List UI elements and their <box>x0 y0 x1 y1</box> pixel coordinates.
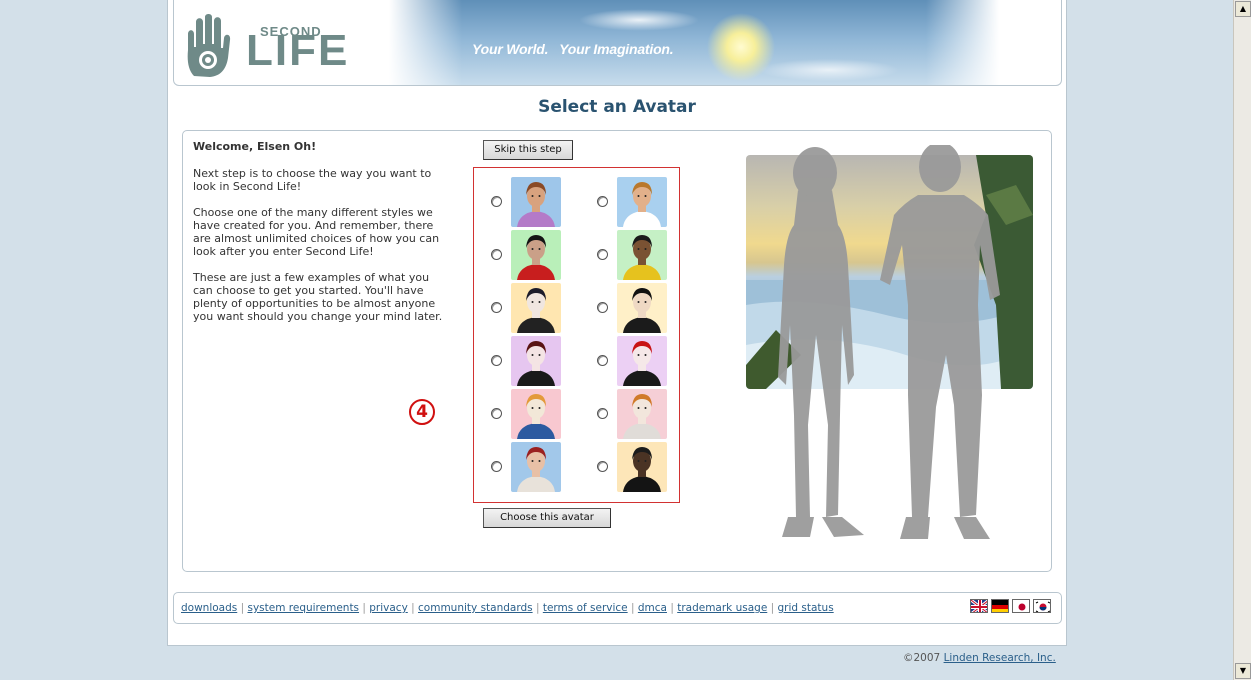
footer-link-terms-of-service[interactable]: terms of service <box>543 602 628 614</box>
avatar-option[interactable] <box>580 229 680 281</box>
second-life-hand-icon <box>187 14 231 77</box>
linden-research-link[interactable]: Linden Research, Inc. <box>944 652 1056 664</box>
footer-link-privacy[interactable]: privacy <box>369 602 408 614</box>
uk-flag-icon[interactable] <box>970 599 988 613</box>
language-flags <box>970 599 1051 613</box>
avatar-option[interactable] <box>474 388 574 440</box>
copyright-notice: ©2007 Linden Research, Inc. <box>903 652 1056 664</box>
welcome-heading: Welcome, Elsen Oh! <box>193 140 317 153</box>
logo-life-text: LIFE <box>246 26 350 75</box>
avatar-radio-button[interactable] <box>597 249 608 260</box>
avatar-thumbnail[interactable] <box>511 389 561 439</box>
link-separator: | <box>359 602 370 614</box>
avatar-radio-button[interactable] <box>491 408 502 419</box>
link-separator: | <box>767 602 778 614</box>
avatar-option[interactable] <box>474 176 574 228</box>
avatar-radio-button[interactable] <box>491 249 502 260</box>
avatar-radio-button[interactable] <box>597 408 608 419</box>
scroll-down-arrow-icon[interactable]: ▼ <box>1235 663 1251 679</box>
header-banner: Your World. Your Imagination. SECOND LIF… <box>173 0 1062 86</box>
avatar-option[interactable] <box>580 441 680 493</box>
avatar-radio-button[interactable] <box>491 302 502 313</box>
intro-paragraph-2: Choose one of the many different styles … <box>193 206 440 258</box>
footer-link-grid-status[interactable]: grid status <box>778 602 834 614</box>
link-separator: | <box>666 602 678 614</box>
avatar-thumbnail[interactable] <box>511 230 561 280</box>
avatar-thumbnail[interactable] <box>617 230 667 280</box>
avatar-option[interactable] <box>580 282 680 334</box>
link-separator: | <box>237 602 248 614</box>
footer-links: downloads | system requirements | privac… <box>181 602 834 614</box>
copyright-prefix: ©2007 <box>903 652 944 664</box>
avatar-thumbnail[interactable] <box>617 442 667 492</box>
avatar-selection-panel: Welcome, Elsen Oh! Next step is to choos… <box>182 130 1052 572</box>
step-number-marker: 4 <box>409 399 435 425</box>
avatar-option[interactable] <box>580 176 680 228</box>
avatar-radio-button[interactable] <box>491 196 502 207</box>
footer-link-community-standards[interactable]: community standards <box>418 602 533 614</box>
avatar-radio-button[interactable] <box>597 461 608 472</box>
intro-paragraph-1: Next step is to choose the way you want … <box>193 167 432 193</box>
avatar-thumbnail[interactable] <box>617 389 667 439</box>
footer-link-downloads[interactable]: downloads <box>181 602 237 614</box>
avatar-thumbnail[interactable] <box>511 283 561 333</box>
page-container: Your World. Your Imagination. SECOND LIF… <box>167 0 1067 646</box>
footer-link-system-requirements[interactable]: system requirements <box>247 602 359 614</box>
avatar-option[interactable] <box>474 282 574 334</box>
page-title: Select an Avatar <box>538 97 696 117</box>
avatar-grid <box>473 167 680 503</box>
avatar-thumbnail[interactable] <box>617 177 667 227</box>
footer-link-trademark-usage[interactable]: trademark usage <box>677 602 767 614</box>
vertical-scrollbar[interactable]: ▲ ▼ <box>1233 0 1251 680</box>
scroll-up-arrow-icon[interactable]: ▲ <box>1235 1 1251 17</box>
choose-avatar-button[interactable]: Choose this avatar <box>483 508 611 528</box>
avatar-thumbnail[interactable] <box>511 336 561 386</box>
avatar-option[interactable] <box>474 229 574 281</box>
avatar-radio-button[interactable] <box>597 355 608 366</box>
avatar-thumbnail[interactable] <box>511 177 561 227</box>
japan-flag-icon[interactable] <box>1012 599 1030 613</box>
avatar-option[interactable] <box>474 335 574 387</box>
avatar-radio-button[interactable] <box>597 196 608 207</box>
footer-links-bar: downloads | system requirements | privac… <box>173 592 1062 624</box>
avatar-radio-button[interactable] <box>597 302 608 313</box>
tagline: Your World. Your Imagination. <box>472 41 674 57</box>
germany-flag-icon[interactable] <box>991 599 1009 613</box>
link-separator: | <box>627 602 638 614</box>
avatar-thumbnail[interactable] <box>617 336 667 386</box>
footer-link-dmca[interactable]: dmca <box>638 602 667 614</box>
avatar-thumbnail[interactable] <box>617 283 667 333</box>
avatar-radio-button[interactable] <box>491 461 502 472</box>
skip-step-button[interactable]: Skip this step <box>483 140 573 160</box>
avatar-option[interactable] <box>474 441 574 493</box>
avatar-option[interactable] <box>580 335 680 387</box>
avatar-thumbnail[interactable] <box>511 442 561 492</box>
intro-paragraph-3: These are just a few examples of what yo… <box>193 271 443 323</box>
link-separator: | <box>407 602 419 614</box>
link-separator: | <box>532 602 543 614</box>
avatar-radio-button[interactable] <box>491 355 502 366</box>
avatar-silhouettes-image <box>778 145 1000 539</box>
avatar-option[interactable] <box>580 388 680 440</box>
korea-flag-icon[interactable] <box>1033 599 1051 613</box>
